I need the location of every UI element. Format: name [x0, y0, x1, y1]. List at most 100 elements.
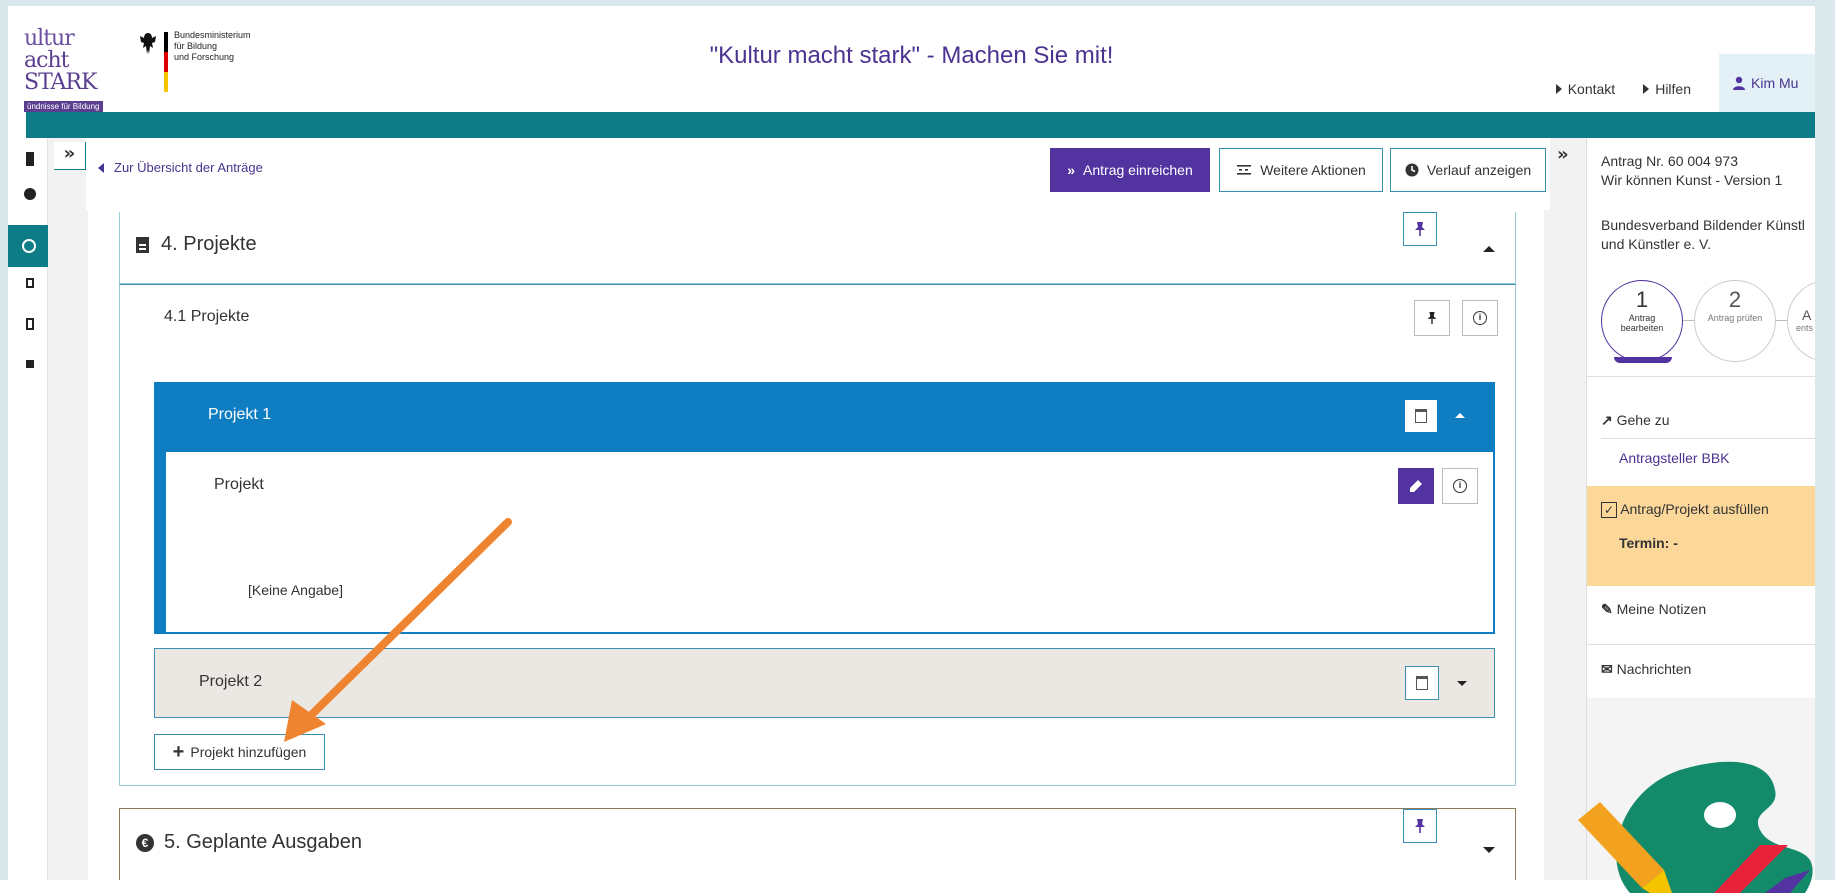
section-5-header[interactable]: € 5. Geplante Ausgaben — [119, 808, 1516, 880]
subsection-pin-button[interactable] — [1414, 300, 1450, 336]
caret-right-icon — [1643, 84, 1650, 94]
list-icon — [1237, 165, 1252, 175]
envelope-icon: ✉ — [1601, 661, 1613, 677]
section-4-title: 4. Projekte — [136, 233, 257, 256]
show-history-button[interactable]: Verlauf anzeigen — [1390, 148, 1546, 192]
step-1-label-1: Antrag — [1628, 313, 1656, 323]
trash-icon — [1416, 676, 1428, 690]
rail-item-icon-6[interactable] — [26, 360, 34, 368]
user-menu[interactable]: Kim Mu — [1719, 54, 1815, 112]
pin-icon — [1427, 312, 1437, 324]
plus-icon: + — [172, 740, 185, 763]
notes-link[interactable]: ✎ Meine Notizen — [1601, 600, 1706, 619]
top-links: Kontakt Hilfen Kim Mu — [1555, 54, 1815, 112]
pin-icon — [1415, 819, 1425, 833]
double-chevron-icon: » — [1067, 162, 1076, 178]
rail-active-icon — [22, 239, 36, 253]
section-5-title: € 5. Geplante Ausgaben — [136, 831, 362, 854]
app-title: "Kultur macht stark" - Machen Sie mit! — [709, 42, 1114, 69]
step-1-label-2: bearbeiten — [1620, 323, 1664, 333]
expand-caret-icon[interactable] — [1483, 847, 1495, 853]
step-2[interactable]: 2 Antrag prüfen — [1694, 280, 1776, 362]
more-actions-button[interactable]: Weitere Aktionen — [1219, 148, 1383, 192]
add-project-label: Projekt hinzufügen — [190, 744, 307, 760]
rail-item-active[interactable] — [8, 225, 48, 267]
edit-project-button[interactable] — [1398, 468, 1434, 504]
more-actions-label: Weitere Aktionen — [1260, 162, 1366, 178]
pin-icon — [1415, 222, 1425, 236]
organisation-line-2: und Künstler e. V. — [1601, 236, 1712, 252]
contact-link[interactable]: Kontakt — [1555, 81, 1616, 97]
section-4-header[interactable]: 4. Projekte — [119, 212, 1516, 284]
contact-label: Kontakt — [1567, 81, 1616, 97]
pin-button[interactable] — [1403, 809, 1437, 843]
step-1-number: 1 — [1635, 287, 1649, 312]
project-field-label: Projekt — [214, 476, 264, 493]
screenshot-frame-left — [0, 0, 8, 893]
collapse-caret-icon[interactable] — [1483, 246, 1495, 252]
section-5-title-text: 5. Geplante Ausgaben — [164, 831, 362, 853]
delete-project-1-button[interactable] — [1405, 400, 1437, 432]
expand-caret-icon[interactable] — [1457, 681, 1467, 686]
project-info-button[interactable]: i — [1442, 468, 1478, 504]
app-header: ultur acht STARK ündnisse für Bildung Bu… — [8, 6, 1815, 112]
pin-button[interactable] — [1403, 212, 1437, 246]
help-link[interactable]: Hilfen — [1643, 81, 1691, 97]
collapse-caret-icon[interactable] — [1455, 413, 1465, 418]
messages-link[interactable]: ✉ Nachrichten — [1601, 660, 1691, 679]
help-label: Hilfen — [1655, 81, 1691, 97]
deadline: Termin: - — [1619, 535, 1678, 551]
pin-icon: ✎ — [1601, 601, 1613, 617]
info-icon: i — [1473, 311, 1487, 325]
subsection-4-1-title: 4.1 Projekte — [164, 308, 250, 325]
euro-icon: € — [136, 833, 154, 852]
step-2-number: 2 — [1728, 287, 1742, 312]
goto-applicant-link[interactable]: Antragsteller BBK — [1619, 449, 1730, 468]
delete-project-2-button[interactable] — [1405, 666, 1439, 700]
step-3-label: ents — [1796, 323, 1814, 333]
rail-item-icon-1[interactable] — [26, 152, 34, 166]
task-highlight: ✓ Antrag/Projekt ausfüllen Termin: - — [1587, 486, 1815, 586]
collapse-right-toggle[interactable]: » — [1557, 144, 1569, 165]
step-1[interactable]: 1 Antrag bearbeiten — [1601, 280, 1683, 363]
logo-line-3: ündnisse für Bildung — [24, 101, 103, 112]
organisation-line-1: Bundesverband Bildender Künstl — [1601, 217, 1805, 233]
edit-icon — [1410, 480, 1422, 492]
task-label: Antrag/Projekt ausfüllen — [1620, 501, 1769, 517]
back-to-overview-link[interactable]: Zur Übersicht der Anträge — [98, 160, 263, 175]
notes-label: Meine Notizen — [1616, 601, 1707, 617]
user-icon — [1733, 76, 1745, 90]
step-progress-bar — [1614, 357, 1672, 363]
project-1-body: Projekt i [Keine Angabe] — [154, 452, 1495, 634]
checklist-icon: ✓ — [1601, 502, 1618, 518]
step-3[interactable]: A ents — [1787, 280, 1815, 362]
rail-item-icon-5[interactable] — [26, 318, 34, 330]
rail-item-icon-4[interactable] — [26, 278, 34, 288]
toolbar: Zur Übersicht der Anträge » Antrag einrei… — [86, 138, 1550, 210]
application-version: Wir können Kunst - Version 1 — [1601, 172, 1783, 188]
goto-heading: ↗ Gehe zu — [1601, 411, 1670, 430]
project-1-header[interactable]: Projekt 1 — [154, 382, 1495, 452]
user-name: Kim Mu — [1751, 75, 1799, 91]
back-link-label: Zur Übersicht der Anträge — [114, 160, 263, 175]
trash-icon — [1415, 409, 1427, 423]
goto-label: Gehe zu — [1616, 412, 1670, 428]
collapse-left-toggle[interactable]: » — [54, 142, 86, 170]
subsection-info-button[interactable]: i — [1462, 300, 1498, 336]
document-icon — [136, 236, 149, 253]
rail-item-icon-2[interactable] — [24, 188, 36, 200]
application-number: Antrag Nr. 60 004 973 — [1601, 153, 1738, 169]
caret-right-icon — [1555, 84, 1562, 94]
project-2-header[interactable]: Projekt 2 — [154, 648, 1495, 718]
submit-label: Antrag einreichen — [1083, 162, 1193, 178]
project-1-title: Projekt 1 — [208, 406, 272, 423]
step-3-number: A — [1802, 307, 1812, 323]
caret-left-icon — [98, 162, 104, 173]
task-heading[interactable]: ✓ Antrag/Projekt ausfüllen — [1601, 500, 1769, 520]
add-project-button[interactable]: + Projekt hinzufügen — [154, 734, 325, 770]
history-label: Verlauf anzeigen — [1426, 162, 1532, 178]
submit-application-button[interactable]: » Antrag einreichen — [1050, 148, 1210, 192]
info-icon: i — [1453, 479, 1467, 493]
goto-arrow-icon: ↗ — [1601, 412, 1613, 428]
section-4-title-text: 4. Projekte — [161, 233, 257, 255]
